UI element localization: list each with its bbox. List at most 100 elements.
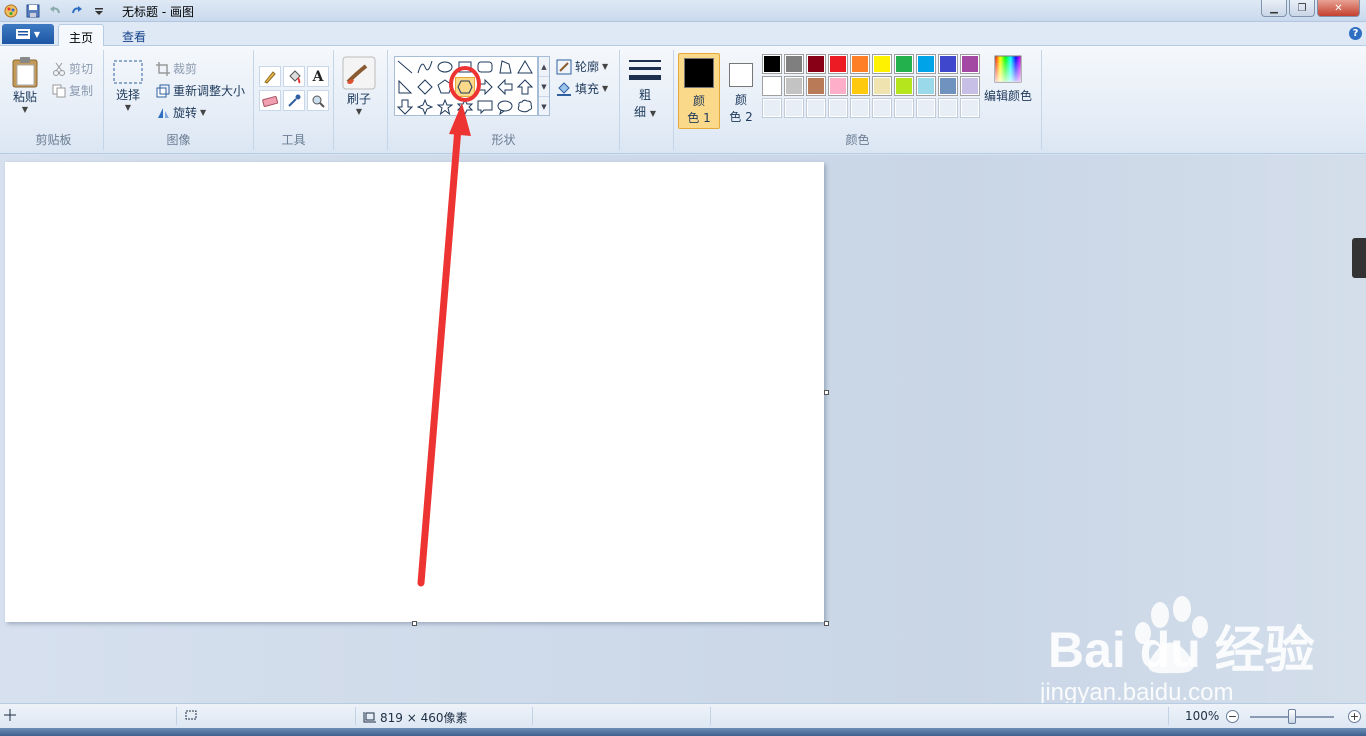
color-swatch[interactable]	[894, 54, 914, 74]
color-swatch[interactable]	[806, 76, 826, 96]
resize-handle-bottom[interactable]	[412, 621, 417, 626]
resize-handle-corner[interactable]	[824, 621, 829, 626]
paste-button[interactable]: 粘贴 ▼	[10, 56, 40, 114]
zoom-slider-thumb[interactable]	[1288, 709, 1296, 724]
down-arrow-shape-icon[interactable]	[395, 97, 415, 117]
color2-button[interactable]: 颜 色 2	[724, 53, 758, 129]
rect-callout-shape-icon[interactable]	[475, 97, 495, 117]
color-swatch[interactable]	[894, 76, 914, 96]
color-picker-icon[interactable]	[283, 90, 305, 111]
pentagon-shape-icon[interactable]	[435, 77, 455, 97]
eraser-icon[interactable]	[259, 90, 281, 111]
color-swatch[interactable]	[806, 54, 826, 74]
brushes-button[interactable]: 刷子 ▼	[342, 56, 376, 116]
rectangle-shape-icon[interactable]	[455, 57, 475, 77]
redo-icon[interactable]	[68, 2, 86, 20]
custom-color-slot[interactable]	[828, 98, 848, 118]
side-tab[interactable]	[1352, 238, 1366, 278]
custom-color-slot[interactable]	[784, 98, 804, 118]
color-swatch[interactable]	[850, 76, 870, 96]
image-dimensions: 819 × 460像素	[362, 709, 468, 726]
custom-color-slot[interactable]	[762, 98, 782, 118]
tab-home[interactable]: 主页	[58, 24, 105, 47]
pencil-icon[interactable]	[259, 66, 281, 87]
color-swatch[interactable]	[938, 54, 958, 74]
polygon-shape-icon[interactable]	[495, 57, 515, 77]
paint-app-icon[interactable]	[2, 2, 20, 20]
color-swatch[interactable]	[960, 54, 980, 74]
close-button[interactable]: ✕	[1317, 0, 1360, 17]
diamond-shape-icon[interactable]	[415, 77, 435, 97]
drawing-canvas[interactable]	[5, 162, 824, 622]
customize-qat-icon[interactable]	[90, 2, 108, 20]
size-button[interactable]: 粗 细 ▼	[628, 56, 662, 120]
cloud-callout-shape-icon[interactable]	[515, 97, 535, 117]
colors-group-label: 颜色	[845, 133, 870, 147]
custom-color-slot[interactable]	[938, 98, 958, 118]
shapes-scroll-up-icon[interactable]: ▲	[539, 57, 549, 77]
up-arrow-shape-icon[interactable]	[515, 77, 535, 97]
color-swatch[interactable]	[938, 76, 958, 96]
minimize-button[interactable]: ▁	[1261, 0, 1287, 17]
oval-shape-icon[interactable]	[435, 57, 455, 77]
resize-button[interactable]: 重新调整大小	[156, 82, 245, 99]
magnifier-icon[interactable]	[307, 90, 329, 111]
line-shape-icon[interactable]	[395, 57, 415, 77]
six-point-star-shape-icon[interactable]	[455, 97, 475, 117]
shapes-scrollbar[interactable]: ▲ ▼ ▼	[538, 56, 550, 116]
custom-color-slot[interactable]	[806, 98, 826, 118]
curve-shape-icon[interactable]	[415, 57, 435, 77]
maximize-button[interactable]: ❐	[1289, 0, 1315, 17]
color-swatch[interactable]	[850, 54, 870, 74]
undo-icon[interactable]	[46, 2, 64, 20]
oval-callout-shape-icon[interactable]	[495, 97, 515, 117]
color-swatch[interactable]	[960, 76, 980, 96]
fill-button[interactable]: 填充 ▼	[556, 80, 608, 97]
copy-button[interactable]: 复制	[52, 82, 93, 99]
color-swatch[interactable]	[872, 54, 892, 74]
custom-color-slot[interactable]	[960, 98, 980, 118]
color-swatch[interactable]	[762, 54, 782, 74]
crop-button[interactable]: 裁剪	[156, 60, 197, 77]
right-triangle-shape-icon[interactable]	[395, 77, 415, 97]
color-swatch[interactable]	[828, 54, 848, 74]
shapes-more-icon[interactable]: ▼	[539, 97, 549, 117]
four-point-star-shape-icon[interactable]	[415, 97, 435, 117]
rotate-button[interactable]: 旋转 ▼	[156, 104, 206, 121]
color-swatch[interactable]	[916, 76, 936, 96]
triangle-shape-icon[interactable]	[515, 57, 535, 77]
color-swatch[interactable]	[916, 54, 936, 74]
custom-color-slot[interactable]	[850, 98, 870, 118]
hexagon-shape-icon[interactable]	[455, 77, 475, 97]
zoom-in-button[interactable]: +	[1348, 710, 1361, 723]
color-swatch[interactable]	[762, 76, 782, 96]
color-swatch[interactable]	[784, 54, 804, 74]
color-swatch[interactable]	[872, 76, 892, 96]
text-tool-icon[interactable]: A	[307, 66, 329, 87]
color-swatch[interactable]	[828, 76, 848, 96]
five-point-star-shape-icon[interactable]	[435, 97, 455, 117]
edit-colors-button[interactable]: 编辑颜色	[984, 54, 1032, 104]
custom-color-slot[interactable]	[872, 98, 892, 118]
outline-button[interactable]: 轮廓 ▼	[556, 58, 608, 75]
color1-button[interactable]: 颜 色 1	[678, 53, 720, 129]
save-icon[interactable]	[24, 2, 42, 20]
select-rect-icon	[113, 60, 143, 84]
rotate-icon	[158, 107, 169, 118]
color-swatch[interactable]	[784, 76, 804, 96]
custom-color-slot[interactable]	[916, 98, 936, 118]
zoom-out-button[interactable]: −	[1226, 710, 1239, 723]
left-arrow-shape-icon[interactable]	[495, 77, 515, 97]
rounded-rectangle-shape-icon[interactable]	[475, 57, 495, 77]
fill-bucket-icon[interactable]	[283, 66, 305, 87]
shapes-scroll-down-icon[interactable]: ▼	[539, 77, 549, 97]
help-icon[interactable]: ?	[1349, 27, 1362, 40]
custom-color-slot[interactable]	[894, 98, 914, 118]
select-button[interactable]: 选择 ▼	[112, 58, 144, 112]
tab-view[interactable]: 查看	[112, 24, 156, 47]
resize-handle-right[interactable]	[824, 390, 829, 395]
cut-button[interactable]: 剪切	[52, 60, 93, 77]
tools-grid: A	[259, 66, 329, 111]
right-arrow-shape-icon[interactable]	[475, 77, 495, 97]
paint-menu-button[interactable]: ▼	[2, 24, 54, 44]
